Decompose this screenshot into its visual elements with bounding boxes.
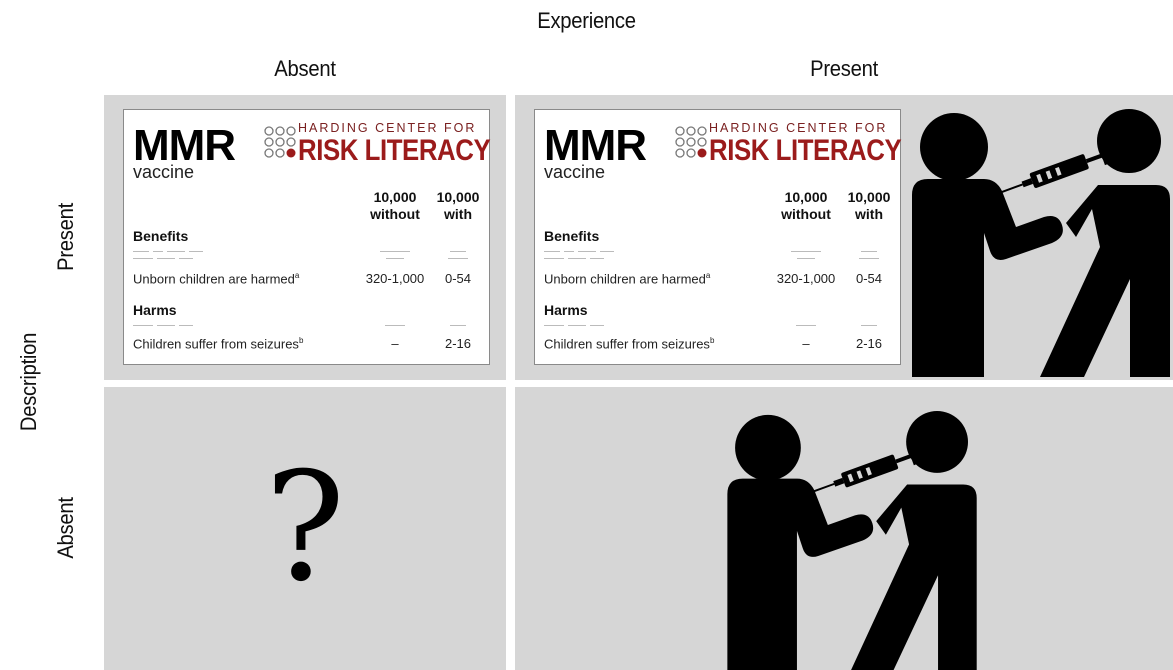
question-mark: ?	[264, 441, 346, 615]
vaccination-icon	[727, 411, 977, 670]
cell-description-present-experience-absent: MMR vaccine HARDING CENTER FOR RISK LITE…	[104, 95, 506, 380]
column-present-label: Present	[810, 56, 878, 81]
col-with-header: 10,000 with	[436, 189, 480, 222]
mmr-fact-box: MMR vaccine HARDING CENTER FOR RISK LITE…	[534, 109, 902, 365]
col-with-header: 10,000 with	[847, 189, 891, 222]
experience-header: Experience	[537, 8, 636, 33]
harm-without-value: –	[802, 336, 810, 351]
harm-row: Children suffer from seizuresb	[544, 336, 715, 352]
logo-dots-icon	[264, 126, 296, 158]
harm-with-value: 2-16	[855, 336, 883, 351]
benefit-without-value: 320-1,000	[776, 271, 836, 286]
harm-with-value: 2-16	[444, 336, 472, 351]
benefit-row: Unborn children are harmeda	[133, 271, 300, 287]
benefit-without-value: 320-1,000	[365, 271, 425, 286]
col-without-header: 10,000 without	[370, 189, 420, 222]
mmr-fact-box: MMR vaccine HARDING CENTER FOR RISK LITE…	[123, 109, 491, 365]
row-absent-label: Absent	[53, 497, 78, 559]
benefit-with-value: 0-54	[855, 271, 883, 286]
card-subtitle: vaccine	[544, 162, 606, 182]
harms-heading: Harms	[544, 302, 588, 318]
cell-description-absent-experience-present	[515, 387, 1173, 670]
harm-row: Children suffer from seizuresb	[133, 336, 304, 352]
harms-heading: Harms	[133, 302, 177, 318]
column-absent-label: Absent	[274, 56, 336, 81]
org-name-line1: HARDING CENTER FOR	[709, 121, 888, 135]
org-name-line2: RISK LITERACY	[709, 134, 902, 167]
col-without-header: 10,000 without	[781, 189, 831, 222]
description-axis-label: Description	[16, 332, 41, 432]
benefit-with-value: 0-54	[444, 271, 472, 286]
card-subtitle: vaccine	[133, 162, 195, 182]
benefits-heading: Benefits	[133, 228, 189, 244]
org-name-line1: HARDING CENTER FOR	[298, 121, 477, 135]
benefit-row: Unborn children are harmeda	[544, 271, 711, 287]
vaccination-icon	[912, 109, 1170, 377]
logo-dots-icon	[675, 126, 707, 158]
cell-description-present-experience-present: MMR vaccine HARDING CENTER FOR RISK LITE…	[515, 95, 1173, 380]
harm-without-value: –	[391, 336, 399, 351]
row-present-label: Present	[53, 203, 78, 271]
benefits-heading: Benefits	[544, 228, 600, 244]
org-name-line2: RISK LITERACY	[298, 134, 491, 167]
